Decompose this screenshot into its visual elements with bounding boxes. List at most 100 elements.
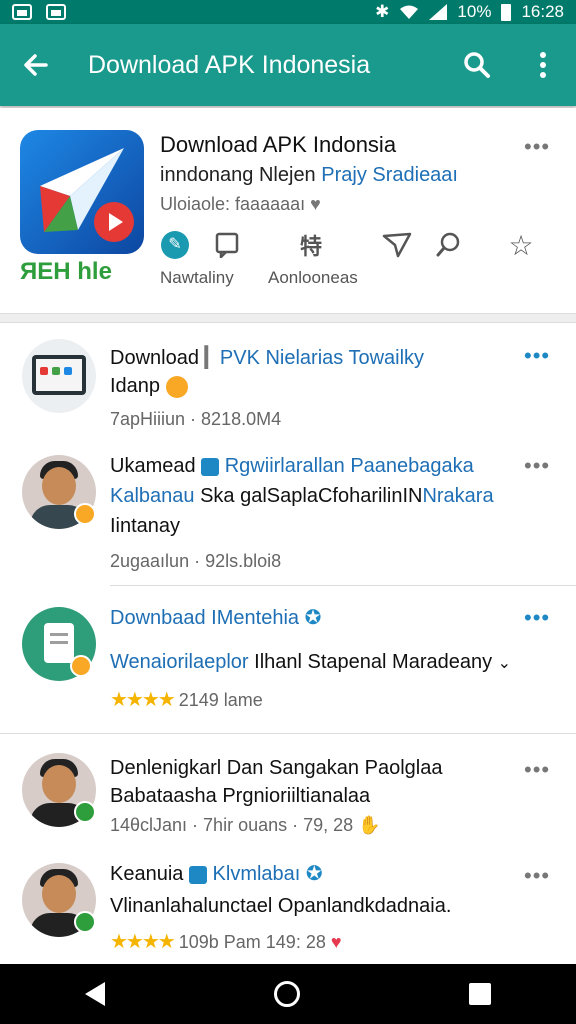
tablet-thumbnail [22, 339, 96, 413]
subtitle-text: inndonang Nlejen [160, 164, 322, 186]
verified-icon [188, 865, 207, 884]
item-meta-text: 14θclJanı · 7hir ouans · 79, 28 [110, 815, 354, 835]
verified-icon: ✪ [304, 607, 322, 629]
list-item[interactable]: Keanuia Klvmlabaı ✪ Vlinanlahalunctael O… [0, 849, 576, 967]
item-title: Keanuia Klvmlabaı ✪ [110, 861, 323, 886]
app-header-card: Download APK Indonsia inndonang Nlejen P… [0, 108, 576, 314]
action-search[interactable] [432, 228, 466, 262]
item-title: Download ▎PVK Nielarias Towailky [110, 347, 425, 369]
verified-badge-icon: ✪ [305, 863, 323, 885]
item-meta: 7apHiiiun · 8218.0M4 [110, 409, 282, 429]
item-name-accent: Klvmlabaı [212, 863, 301, 885]
item-body: Idanp [110, 375, 188, 398]
item-title: Downbaad IMentehia ✪ [110, 605, 321, 630]
item-body-line2: Iintanay [110, 515, 181, 537]
status-badge [74, 801, 96, 823]
item-body-text: Ska galSaplaCfoharilinIN [200, 485, 423, 507]
item-name: Download [110, 347, 199, 369]
item-more-button[interactable]: ••• [524, 453, 550, 479]
action-send[interactable] [380, 228, 414, 262]
app-meta: Uloiaole: faaaaaaı ♥ [160, 194, 321, 215]
status-bar: ✱ 10% 16:28 [0, 0, 576, 24]
list-item[interactable]: Denlenigkarl Dan Sangakan Paolglaa Babat… [0, 737, 576, 847]
translate-icon: 特 [299, 234, 322, 259]
item-body: Kalbanau Ska galSaplaCfoharilinINNrakara [110, 485, 494, 508]
nav-home-button[interactable] [273, 981, 300, 1007]
sticker-icon [165, 375, 188, 398]
chevron-down-icon[interactable]: ⌄ [498, 655, 511, 672]
clap-icon: ✋ [358, 815, 381, 835]
system-nav-bar [0, 964, 576, 1024]
item-body-text: Ilhanl Stapenal Maradeany [254, 651, 493, 673]
item-name: Ukamead [110, 455, 196, 477]
action-bookmark[interactable] [212, 228, 242, 262]
app-logo[interactable] [20, 130, 144, 254]
list-item[interactable]: Ukamead Rgwiirlarallan Paanebagaka Kalba… [0, 447, 576, 587]
nav-recents-button[interactable] [469, 983, 492, 1005]
rating-stars: ★★★★ [110, 689, 176, 711]
search-icon [464, 52, 490, 78]
bookmark-icon [215, 232, 239, 258]
wifi-icon [400, 5, 419, 19]
meta-text: Uloiaole: faaaaaaı [160, 194, 306, 214]
item-body-tail: Nrakara [422, 485, 494, 507]
signal-icon [429, 4, 448, 20]
item-meta: 2ugaaılun · 92ls.bloi8 [110, 551, 282, 571]
header-more-button[interactable]: ••• [524, 134, 550, 160]
back-button[interactable] [0, 24, 72, 106]
subtitle-accent: Prajy Sradieaaı [321, 164, 458, 186]
item-meta: ★★★★ 2149 lame [110, 687, 263, 712]
brand-text: ЯЕН hle [20, 258, 112, 285]
image-notification-icon [12, 4, 32, 20]
action-label-nawtaliny: Nawtaliny [160, 268, 234, 287]
item-meta: ★★★★ 109b Pam 149: 28 ♥ [110, 929, 342, 954]
item-more-button[interactable]: ••• [524, 757, 550, 783]
feed-card: Download ▎PVK Nielarias Towailky Idanp 7… [0, 322, 576, 966]
item-title: Denlenigkarl Dan Sangakan Paolglaa [110, 757, 443, 779]
overflow-menu-button[interactable] [510, 24, 576, 106]
item-body: Babataasha Prgnioriiltianalaa [110, 785, 371, 807]
nav-back-button[interactable] [84, 982, 105, 1006]
action-label-aonlooneas: Aonlooneas [268, 268, 358, 287]
list-item[interactable]: Downbaad IMentehia ✪ Wenaiorilaeplor Ilh… [0, 589, 576, 735]
battery-text: 10% [457, 2, 492, 21]
list-item[interactable]: Download ▎PVK Nielarias Towailky Idanp 7… [0, 323, 576, 447]
app-subtitle: inndonang Nlejen Prajy Sradieaaı [160, 164, 458, 187]
item-name: Keanuia [110, 863, 184, 885]
item-name-accent: Rgwiirlarallan Paanebagaka [224, 455, 474, 477]
action-nawtaliny[interactable]: ✎ [160, 228, 190, 262]
status-badge [74, 503, 96, 525]
star-badge-icon [70, 655, 92, 677]
app-bar: Download APK Indonesia [0, 24, 576, 106]
heart-icon: ♥ [310, 194, 321, 214]
star-outline-icon: ☆ [508, 229, 534, 261]
header-actions: ✎ Nawtaliny 特 Aonlooneas ☆ [160, 228, 560, 298]
status-badge [74, 911, 96, 933]
item-body: Vlinanlahalunctael Opanlandkdadnaia. [110, 895, 452, 917]
action-star[interactable]: ☆ [504, 228, 538, 262]
item-meta: 14θclJanı · 7hir ouans · 79, 28 ✋ [110, 815, 381, 836]
play-icon [94, 202, 134, 242]
app-bar-title: Download APK Indonesia [88, 50, 371, 79]
action-translate[interactable]: 特 [294, 228, 328, 262]
bluetooth-icon: ✱ [375, 2, 390, 21]
rating-stars: ★★★★ [110, 931, 176, 953]
item-body-accent: Wenaiorilaeplor [110, 651, 249, 673]
app-title: Download APK Indonsia [160, 132, 397, 157]
clock: 16:28 [521, 2, 564, 21]
item-more-button[interactable]: ••• [524, 343, 550, 369]
divider [0, 733, 576, 734]
search-button[interactable] [444, 24, 510, 106]
verified-icon [201, 457, 220, 476]
item-title: Ukamead Rgwiirlarallan Paanebagaka [110, 455, 474, 478]
send-icon [382, 232, 412, 258]
battery-icon [501, 3, 512, 21]
item-name-accent: PVK Nielarias Towailky [219, 347, 425, 369]
arrow-left-icon [24, 54, 48, 76]
divider [110, 585, 576, 586]
item-more-button[interactable]: ••• [524, 605, 550, 631]
heart-icon: ♥ [330, 932, 342, 952]
gallery-notification-icon [46, 4, 66, 20]
item-more-button[interactable]: ••• [524, 863, 550, 889]
search-icon [436, 232, 460, 257]
